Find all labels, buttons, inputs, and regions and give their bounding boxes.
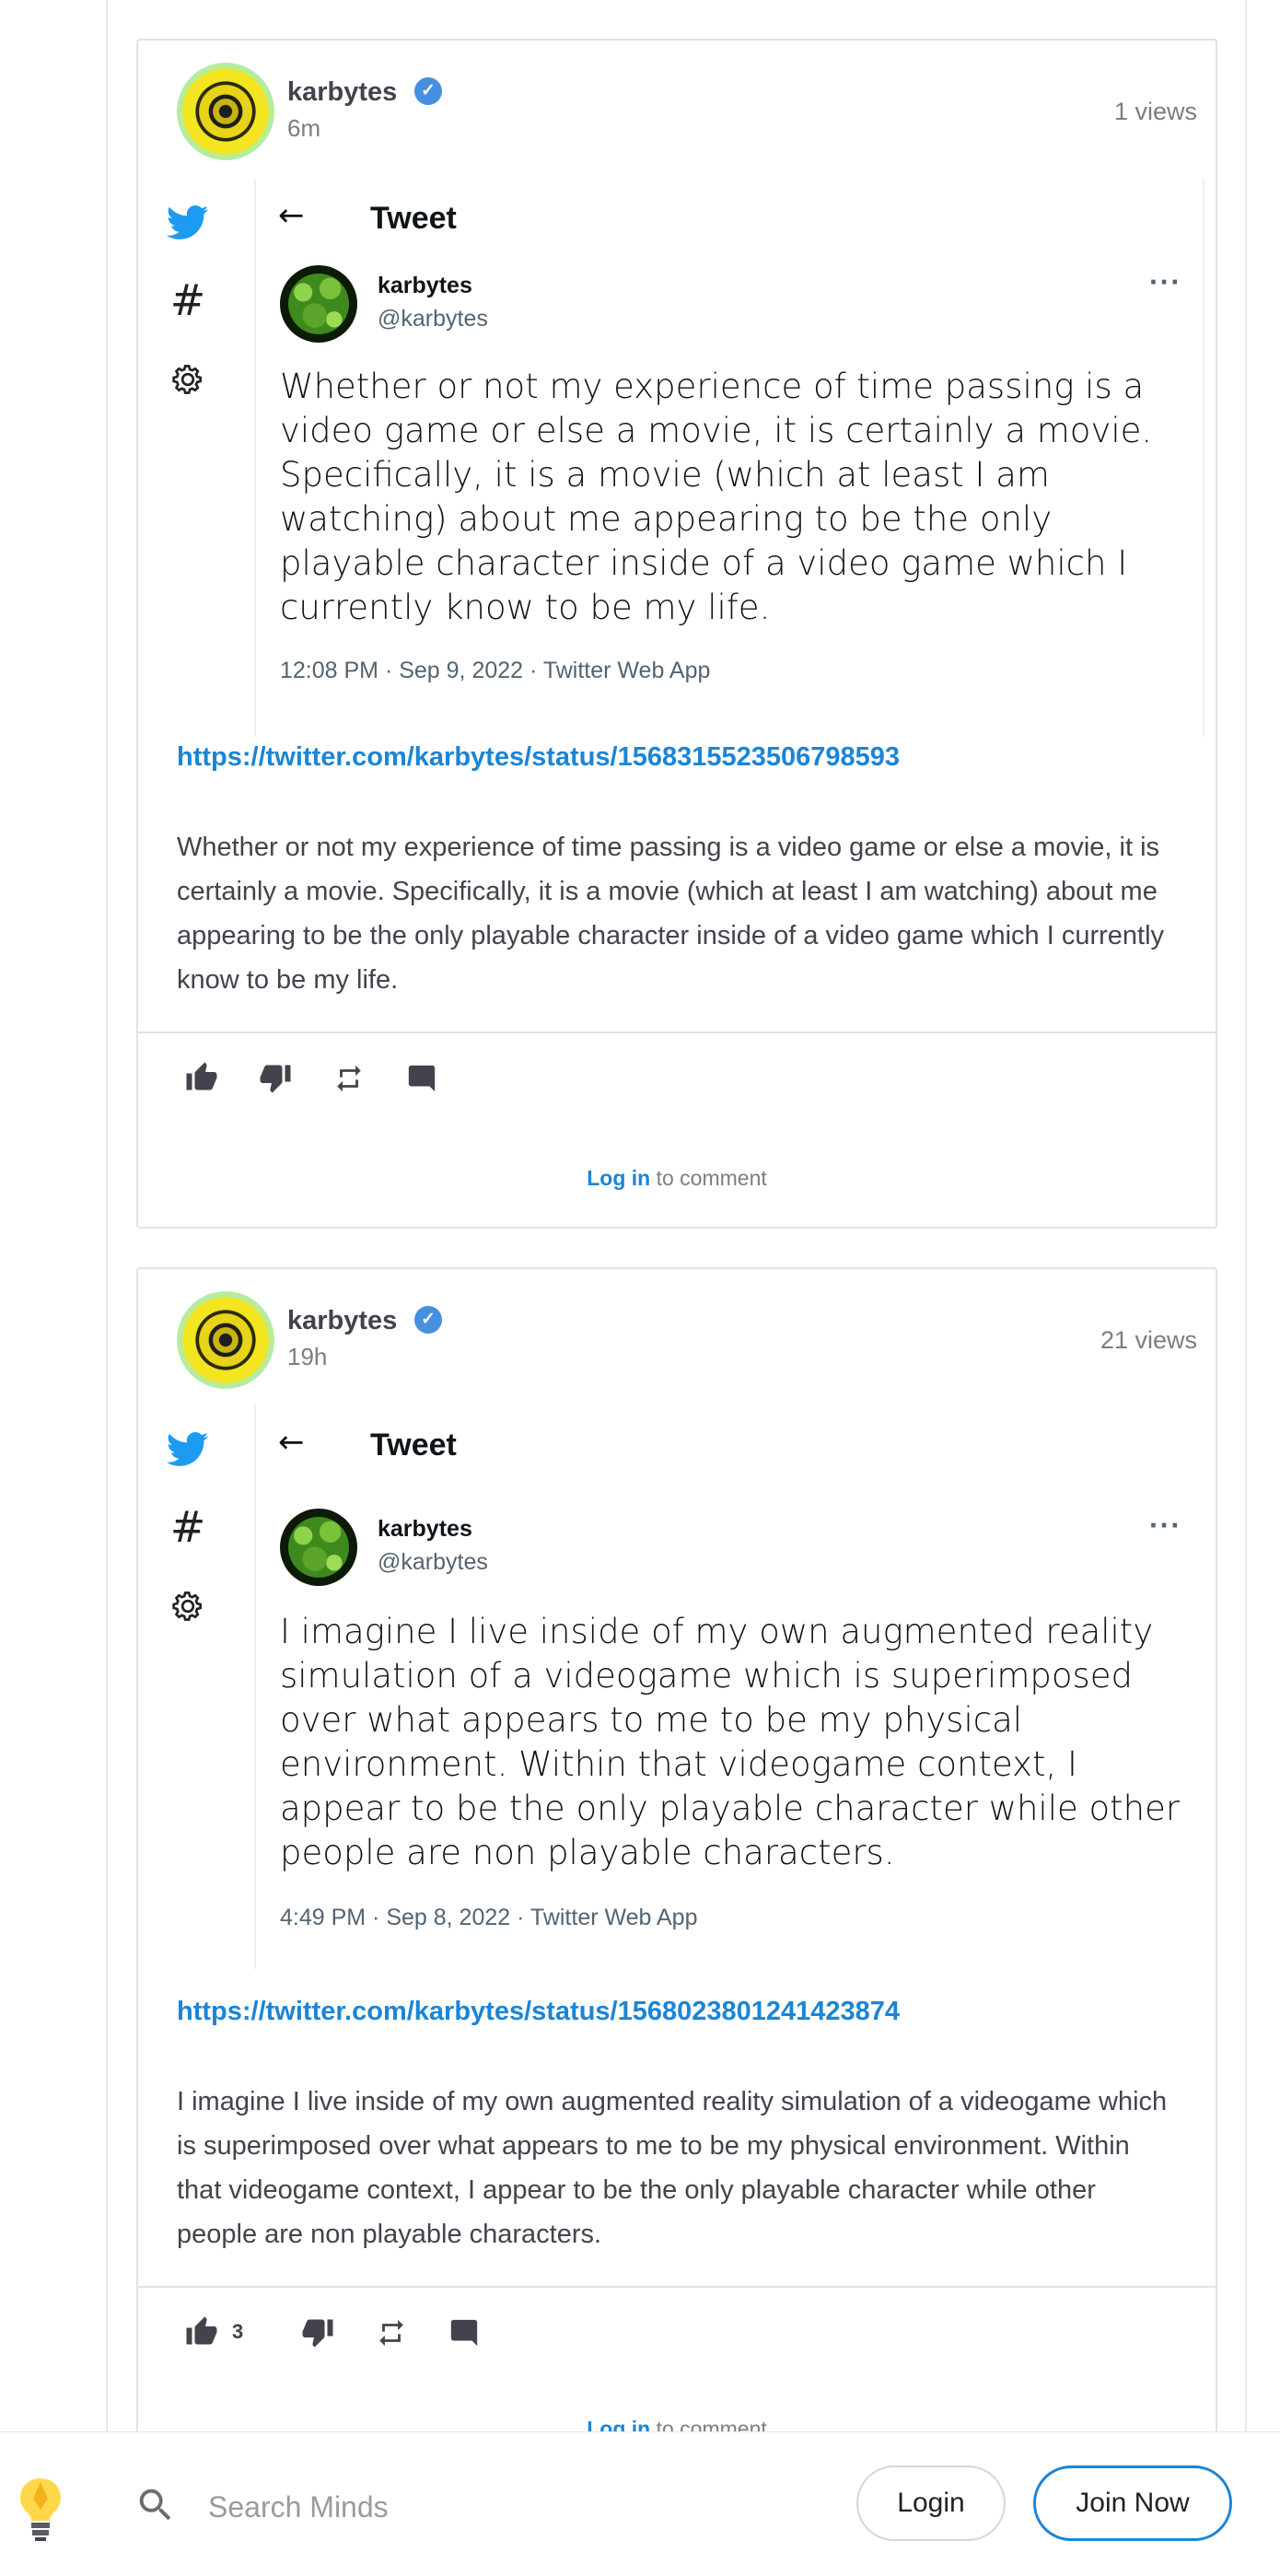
search-input[interactable] [206,2480,799,2534]
embed-divider [1203,179,1204,737]
comment-prompt-text: to comment [650,1166,767,1190]
embed-tweet-text: Whether or not my experience of time pas… [280,367,1153,627]
thumbs-down-button[interactable] [300,2315,335,2349]
post-author-name[interactable]: karbytes [287,1306,397,1336]
back-arrow-icon[interactable]: ← [278,1424,305,1461]
thumbs-up-button[interactable]: 3 [184,2315,243,2349]
join-now-button[interactable]: Join Now [1033,2465,1232,2541]
gear-icon [162,1580,214,1632]
post-link[interactable]: https://twitter.com/karbytes/status/1568… [177,1997,900,2027]
embed-author-handle[interactable]: @karbytes [378,1549,488,1576]
post-views: 21 views [1100,1326,1197,1354]
remind-repost-button[interactable] [376,2317,407,2349]
embed-tweet-meta[interactable]: 4:49 PM · Sep 8, 2022 · Twitter Web App [280,1905,698,1931]
post-timestamp[interactable]: 19h [287,1343,327,1371]
embed-divider [254,179,256,737]
avatar[interactable] [177,1291,274,1389]
comment-login-prompt: Log in to comment [138,1166,1216,1191]
embed-author-name[interactable]: karbytes [378,1516,472,1543]
gear-icon [162,354,214,405]
more-options-icon[interactable]: ··· [1149,1509,1181,1543]
post-divider [138,1032,1216,1033]
post-author-name[interactable]: karbytes [287,77,397,108]
embed-avatar[interactable] [280,265,357,343]
comment-button[interactable] [448,2317,481,2349]
embed-title: Tweet [370,1428,457,1463]
post-views: 1 views [1113,98,1197,125]
thumbs-up-button[interactable] [184,1061,232,1094]
post-link[interactable]: https://twitter.com/karbytes/status/1568… [177,742,900,773]
feed-right-border [1245,0,1247,2431]
twitter-bird-icon [162,197,214,249]
embed-tweet-text: I imagine I live inside of my own augmen… [280,1612,1181,1872]
post-body: Whether or not my experience of time pas… [177,833,1165,995]
verified-badge-icon: ✓ [414,1306,442,1334]
lightbulb-logo-icon[interactable] [17,2477,64,2543]
bottom-search-bar: Login Join Now [0,2431,1280,2576]
hashtag-icon: # [169,1502,206,1552]
feed-left-border [106,0,108,2575]
post-body: I imagine I live inside of my own augmen… [177,2087,1168,2249]
twitter-bird-icon [162,1424,214,1475]
post-timestamp[interactable]: 6m [287,114,320,143]
thumbs-down-button[interactable] [258,1061,293,1094]
like-count: 3 [232,2320,244,2343]
login-link[interactable]: Log in [587,1166,650,1190]
activity-post: karbytes ✓ 19h 21 views # ← Tweet karbyt… [136,1267,1217,2483]
search-icon[interactable] [134,2484,177,2526]
comment-button[interactable] [405,1063,438,1094]
embed-avatar[interactable] [280,1509,357,1586]
remind-repost-button[interactable] [333,1063,365,1094]
post-divider [138,2286,1216,2288]
embed-tweet-meta[interactable]: 12:08 PM · Sep 9, 2022 · Twitter Web App [280,658,710,684]
avatar[interactable] [177,63,274,160]
login-button[interactable]: Login [856,2465,1006,2541]
activity-post: karbytes ✓ 6m 1 views # ← Tweet karbytes… [136,39,1217,1229]
back-arrow-icon[interactable]: ← [278,197,305,234]
embed-author-name[interactable]: karbytes [378,273,472,299]
hashtag-icon: # [169,275,206,325]
embed-author-handle[interactable]: @karbytes [378,306,488,332]
embed-divider [254,1404,256,1969]
verified-badge-icon: ✓ [414,77,442,105]
more-options-icon[interactable]: ··· [1149,265,1181,299]
embed-title: Tweet [370,201,457,236]
